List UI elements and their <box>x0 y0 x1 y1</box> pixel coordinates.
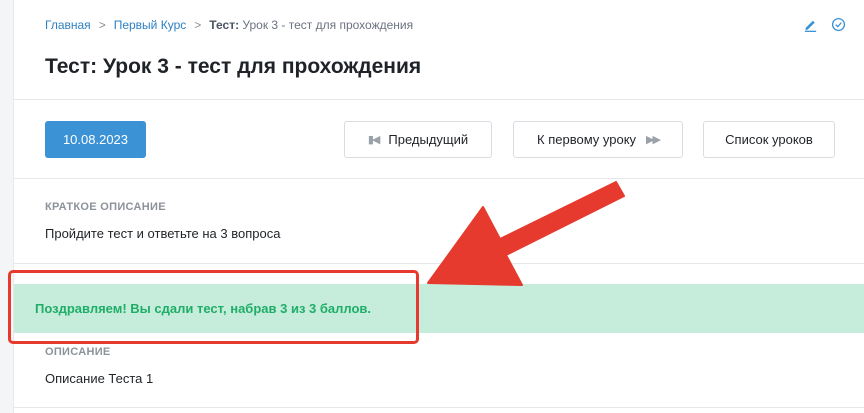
divider <box>14 178 864 179</box>
first-lesson-button[interactable]: К первому уроку ▶▶ <box>513 121 683 158</box>
previous-lesson-button[interactable]: ▮◀ Предыдущий <box>344 121 492 158</box>
page-title-text: Урок 3 - тест для прохождения <box>103 55 422 78</box>
skip-back-icon: ▮◀ <box>367 134 380 146</box>
breadcrumb-home-link[interactable]: Главная <box>45 18 91 32</box>
breadcrumb-course-link[interactable]: Первый Курс <box>114 18 187 32</box>
previous-lesson-label: Предыдущий <box>388 132 469 147</box>
date-badge[interactable]: 10.08.2023 <box>45 121 146 158</box>
breadcrumb-separator: > <box>98 18 106 32</box>
breadcrumb-current-label: Тест: <box>209 18 240 32</box>
skip-forward-icon: ▶▶ <box>646 134 661 146</box>
annotation-highlight-box <box>8 270 419 344</box>
check-circle-icon[interactable] <box>830 16 846 32</box>
pencil-icon[interactable] <box>802 16 818 32</box>
lesson-list-button[interactable]: Список уроков <box>703 121 835 158</box>
divider <box>14 263 864 264</box>
left-edge <box>0 0 14 413</box>
description-text: Описание Теста 1 <box>45 371 154 386</box>
header-actions <box>802 16 846 32</box>
breadcrumb-current: Урок 3 - тест для прохождения <box>242 18 414 32</box>
divider <box>14 407 864 408</box>
page-title: Тест: Урок 3 - тест для прохождения <box>45 55 421 79</box>
first-lesson-label: К первому уроку <box>537 132 637 147</box>
breadcrumb: Главная > Первый Курс > Тест: Урок 3 - тест … <box>45 18 413 32</box>
page-title-prefix: Тест: <box>45 55 98 78</box>
divider <box>14 99 864 100</box>
lesson-page: Главная > Первый Курс > Тест: Урок 3 - тест … <box>0 0 864 413</box>
short-description-text: Пройдите тест и ответьте на 3 вопроса <box>45 226 281 241</box>
description-label: ОПИСАНИЕ <box>45 346 111 358</box>
breadcrumb-separator: > <box>194 18 202 32</box>
lesson-list-label: Список уроков <box>725 132 813 147</box>
short-description-label: КРАТКОЕ ОПИСАНИЕ <box>45 201 166 213</box>
